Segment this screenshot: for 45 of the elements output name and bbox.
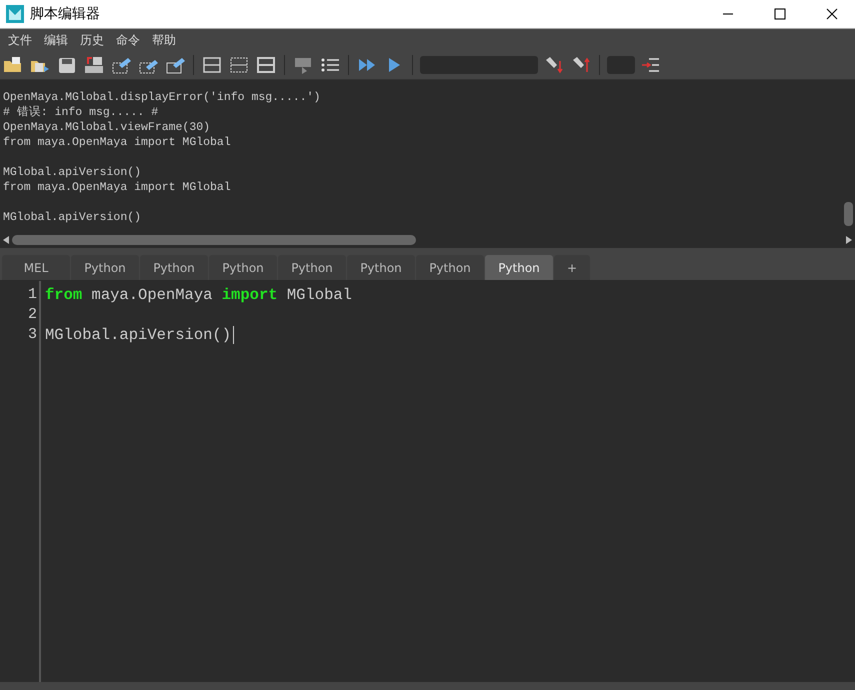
save-icon[interactable]	[56, 55, 78, 75]
layout-icon[interactable]	[201, 55, 223, 75]
output-line: from maya.OpenMaya import MGlobal	[3, 180, 232, 195]
echo-icon[interactable]	[292, 55, 314, 75]
code-editor[interactable]: from maya.OpenMaya import MGlobal MGlobal.apiVersion()	[41, 281, 855, 682]
open-folder-icon[interactable]	[2, 55, 24, 75]
app-logo-icon	[6, 5, 24, 23]
input-field[interactable]	[607, 56, 635, 74]
editor-tab[interactable]: Python	[416, 255, 484, 280]
menu-item[interactable]: 命令	[110, 32, 146, 48]
menu-item[interactable]: 历史	[74, 32, 110, 48]
layout-icon[interactable]	[228, 55, 250, 75]
code-line: MGlobal.apiVersion()	[45, 325, 232, 345]
search-field[interactable]	[420, 56, 538, 74]
line-number: 2	[26, 305, 38, 325]
menu-item[interactable]: 帮助	[146, 32, 182, 48]
eraser-icon[interactable]	[110, 55, 132, 75]
layout-icon[interactable]	[255, 55, 277, 75]
editor-tab[interactable]: Python	[71, 255, 139, 280]
scroll-left-icon[interactable]	[3, 236, 9, 244]
editor-tab[interactable]: MEL	[2, 255, 70, 280]
output-line: MGlobal.apiVersion()	[3, 210, 142, 225]
menu-item[interactable]: 文件	[2, 32, 38, 48]
editor-tab[interactable]: Python	[485, 255, 553, 280]
output-line: MGlobal.apiVersion()	[3, 165, 142, 180]
output-line: # 错误: info msg..... #	[3, 105, 160, 120]
editor-tab[interactable]: Python	[278, 255, 346, 280]
scroll-right-icon[interactable]	[846, 236, 852, 244]
add-tab-button[interactable]: +	[554, 255, 590, 280]
editor-tab[interactable]: Python	[209, 255, 277, 280]
line-number: 3	[26, 325, 38, 345]
output-line: OpenMaya.MGlobal.displayError('info msg.....')	[3, 90, 322, 105]
menu-item[interactable]: 编辑	[38, 32, 74, 48]
save-script-icon[interactable]	[83, 55, 105, 75]
line-number: 1	[26, 285, 38, 305]
window-title: 脚本编辑器	[30, 5, 101, 23]
output-line: from maya.OpenMaya import MGlobal	[3, 135, 232, 150]
maximize-icon	[774, 8, 786, 20]
horizontal-scrollbar[interactable]	[0, 232, 855, 248]
eraser-icon[interactable]	[164, 55, 186, 75]
editor-tab[interactable]: Python	[140, 255, 208, 280]
code-line: from maya.OpenMaya import MGlobal	[45, 285, 352, 305]
output-line: OpenMaya.MGlobal.viewFrame(30)	[3, 120, 212, 135]
editor-tab[interactable]: Python	[347, 255, 415, 280]
close-icon	[826, 8, 838, 20]
